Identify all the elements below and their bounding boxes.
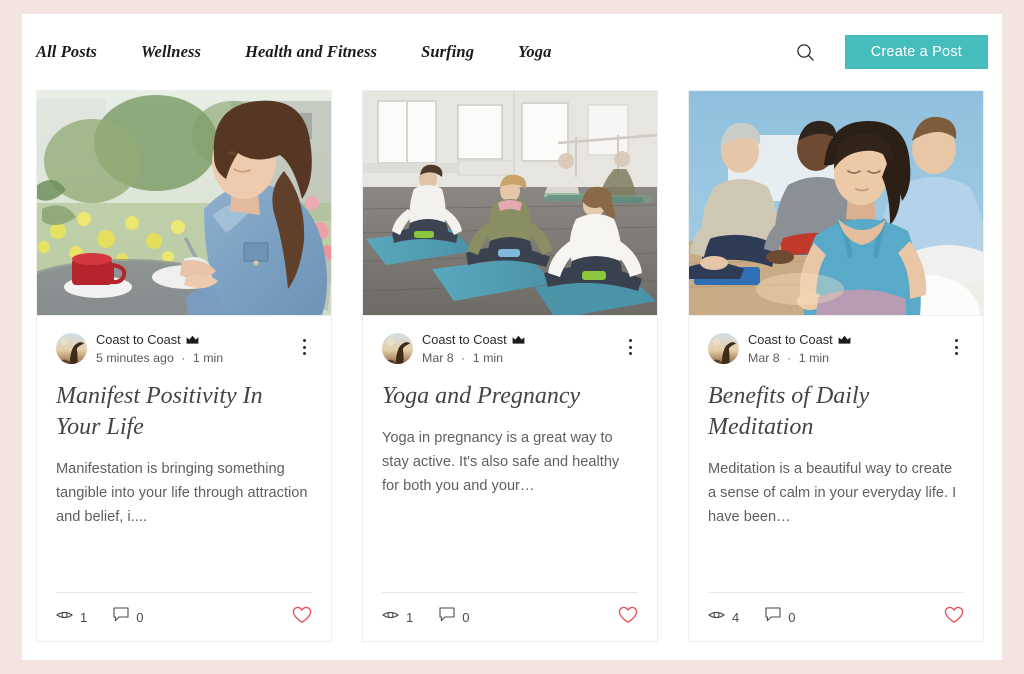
comment-count-value: 0 xyxy=(788,609,796,625)
post-read-time: 1 min xyxy=(472,351,504,365)
post-date: 5 minutes ago xyxy=(96,351,174,365)
post-card-body: Coast to Coast Mar 8 · 1 min xyxy=(689,316,983,592)
search-icon[interactable] xyxy=(791,37,821,67)
post-date: Mar 8 xyxy=(748,351,780,365)
post-card-footer: 1 0 xyxy=(363,592,657,641)
post-meta: Coast to Coast Mar 8 · 1 min xyxy=(382,332,638,367)
post-card-body: Coast to Coast 5 minutes ago · 1 min Man… xyxy=(37,316,331,592)
heart-icon xyxy=(944,606,964,629)
like-button[interactable] xyxy=(292,606,312,629)
view-count-value: 1 xyxy=(406,609,414,625)
post-date-readtime: Mar 8 · 1 min xyxy=(748,350,851,367)
comment-count[interactable]: 0 xyxy=(765,607,795,627)
post-date-readtime: 5 minutes ago · 1 min xyxy=(96,350,223,367)
post-stats: 4 0 xyxy=(708,593,964,641)
eye-icon xyxy=(56,608,73,626)
comment-icon xyxy=(765,607,781,627)
avatar[interactable] xyxy=(708,333,739,364)
post-read-time: 1 min xyxy=(798,351,830,365)
comment-count-value: 0 xyxy=(462,609,470,625)
like-button[interactable] xyxy=(618,606,638,629)
nav-item-wellness[interactable]: Wellness xyxy=(141,42,201,62)
eye-icon xyxy=(708,608,725,626)
post-excerpt: Meditation is a beautiful way to create … xyxy=(708,461,957,525)
post-card-footer: 1 0 xyxy=(37,592,331,641)
nav-item-yoga[interactable]: Yoga xyxy=(518,42,551,62)
nav-item-surfing[interactable]: Surfing xyxy=(421,42,474,62)
meta-separator: · xyxy=(181,351,186,365)
author-line: Coast to Coast xyxy=(748,332,851,348)
crown-icon xyxy=(512,335,525,345)
post-title[interactable]: Benefits of Daily Meditation xyxy=(708,381,964,443)
author-name: Coast to Coast xyxy=(748,332,833,347)
post-cover-image-meditation[interactable] xyxy=(689,91,983,316)
post-cover-image-yoga-studio[interactable] xyxy=(363,91,657,316)
post-excerpt: Manifestation is bringing something tang… xyxy=(56,461,308,525)
view-count[interactable]: 1 xyxy=(382,608,413,626)
header-actions: Create a Post xyxy=(791,35,988,69)
category-nav: All Posts Wellness Health and Fitness Su… xyxy=(36,42,551,62)
post-title[interactable]: Manifest Positivity In Your Life xyxy=(56,381,312,443)
comment-count[interactable]: 0 xyxy=(113,607,143,627)
post-excerpt: Yoga in pregnancy is a great way to stay… xyxy=(382,430,620,494)
eye-icon xyxy=(382,608,399,626)
meta-separator: · xyxy=(787,351,792,365)
view-count-value: 1 xyxy=(80,609,88,625)
crown-icon xyxy=(186,335,199,345)
post-date: Mar 8 xyxy=(422,351,454,365)
view-count[interactable]: 4 xyxy=(708,608,739,626)
avatar[interactable] xyxy=(382,333,413,364)
post-date-readtime: Mar 8 · 1 min xyxy=(422,350,525,367)
post-meta-text: Coast to Coast Mar 8 · 1 min xyxy=(748,332,851,367)
post-stats: 1 0 xyxy=(382,593,638,641)
create-post-button[interactable]: Create a Post xyxy=(844,35,988,69)
post-read-time: 1 min xyxy=(192,351,224,365)
post-meta-text: Coast to Coast Mar 8 · 1 min xyxy=(422,332,525,367)
post-card[interactable]: Coast to Coast Mar 8 · 1 min xyxy=(688,90,984,642)
post-card[interactable]: Coast to Coast 5 minutes ago · 1 min Man… xyxy=(36,90,332,642)
author-line: Coast to Coast xyxy=(96,332,223,348)
post-card[interactable]: Coast to Coast Mar 8 · 1 min xyxy=(362,90,658,642)
more-vertical-icon[interactable] xyxy=(620,336,640,358)
post-meta-text: Coast to Coast 5 minutes ago · 1 min xyxy=(96,332,223,367)
more-vertical-icon[interactable] xyxy=(294,336,314,358)
comment-count[interactable]: 0 xyxy=(439,607,469,627)
post-meta: Coast to Coast Mar 8 · 1 min xyxy=(708,332,964,367)
heart-icon xyxy=(618,606,638,629)
author-name: Coast to Coast xyxy=(96,332,181,347)
post-card-footer: 4 0 xyxy=(689,592,983,641)
avatar[interactable] xyxy=(56,333,87,364)
blog-page: All Posts Wellness Health and Fitness Su… xyxy=(22,14,1002,660)
crown-icon xyxy=(838,335,851,345)
view-count[interactable]: 1 xyxy=(56,608,87,626)
post-card-body: Coast to Coast Mar 8 · 1 min xyxy=(363,316,657,592)
view-count-value: 4 xyxy=(732,609,740,625)
heart-icon xyxy=(292,606,312,629)
meta-separator: · xyxy=(461,351,466,365)
comment-icon xyxy=(113,607,129,627)
comment-count-value: 0 xyxy=(136,609,144,625)
post-title[interactable]: Yoga and Pregnancy xyxy=(382,381,638,412)
site-header: All Posts Wellness Health and Fitness Su… xyxy=(22,14,1002,90)
nav-item-all-posts[interactable]: All Posts xyxy=(36,42,97,62)
more-vertical-icon[interactable] xyxy=(946,336,966,358)
post-cover-image-cafe[interactable] xyxy=(37,91,331,316)
comment-icon xyxy=(439,607,455,627)
author-name: Coast to Coast xyxy=(422,332,507,347)
nav-item-health-and-fitness[interactable]: Health and Fitness xyxy=(245,42,377,62)
post-meta: Coast to Coast 5 minutes ago · 1 min xyxy=(56,332,312,367)
author-line: Coast to Coast xyxy=(422,332,525,348)
like-button[interactable] xyxy=(944,606,964,629)
post-grid: Coast to Coast 5 minutes ago · 1 min Man… xyxy=(22,90,1002,642)
post-stats: 1 0 xyxy=(56,593,312,641)
